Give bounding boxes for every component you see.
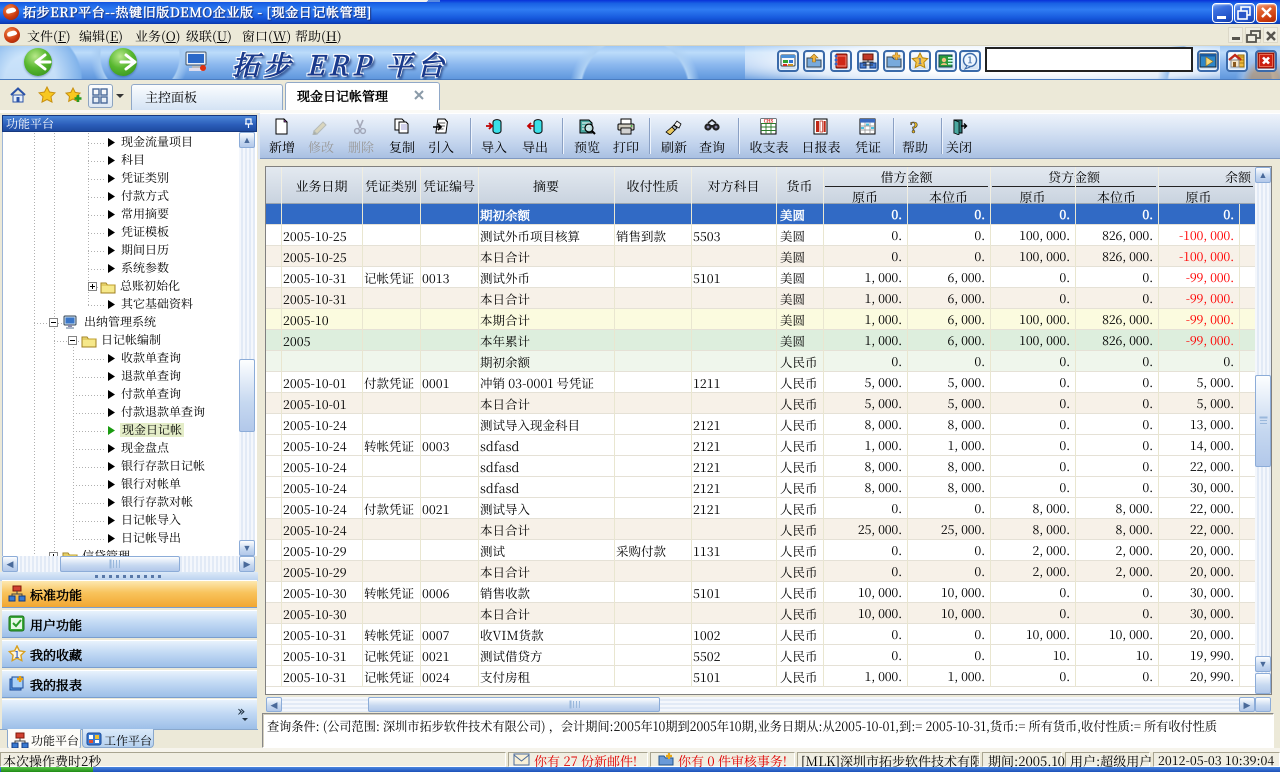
svg-text:1: 1 [918,56,923,67]
svg-text:1: 1 [968,53,973,66]
svg-text:?: ? [910,118,919,135]
svg-text:1: 1 [15,648,20,661]
